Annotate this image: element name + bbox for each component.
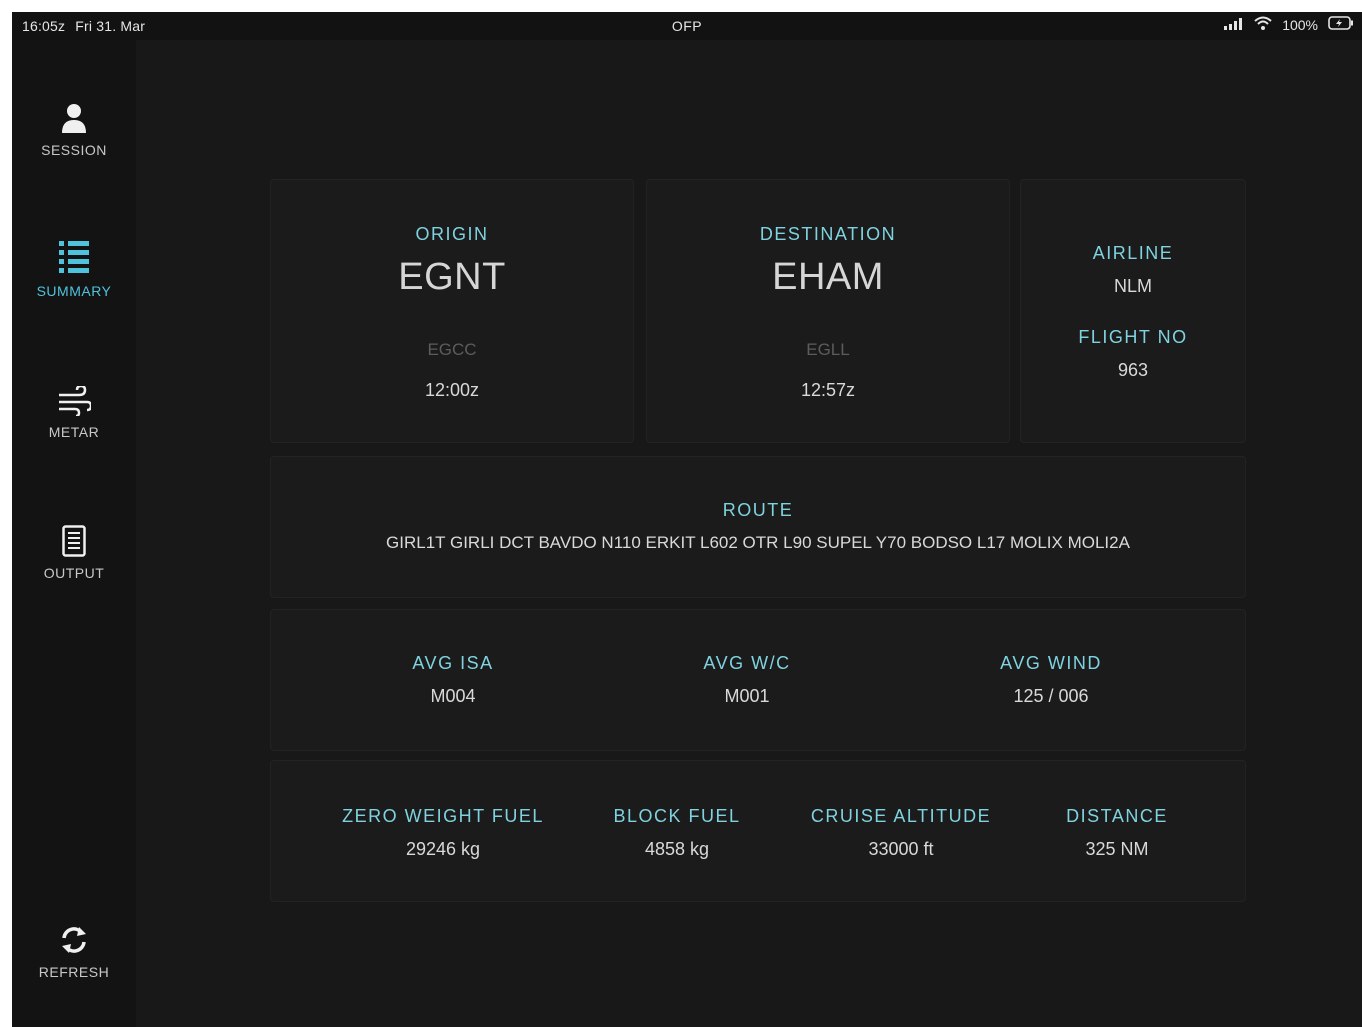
route-label: ROUTE: [722, 500, 794, 520]
flight-number-value: 963: [1117, 360, 1149, 380]
cruise-altitude-label: CRUISE ALTITUDE: [810, 806, 992, 826]
block-fuel: BLOCK FUEL 4858 kg: [587, 806, 767, 860]
distance-value: 325 NM: [1085, 839, 1149, 859]
sidebar-item-label: SESSION: [41, 142, 107, 158]
avg-wc-label: AVG W/C: [703, 653, 791, 673]
avg-wc: AVG W/C M001: [657, 653, 837, 707]
status-indicators: 100%: [1224, 16, 1354, 33]
flight-number-label: FLIGHT NO: [1078, 327, 1188, 347]
origin-card: ORIGIN EGNT EGCC 12:00z: [270, 179, 634, 443]
zero-weight-fuel-label: ZERO WEIGHT FUEL: [342, 806, 544, 826]
destination-code: EHAM: [772, 256, 884, 298]
route-value: GIRL1T GIRLI DCT BAVDO N110 ERKIT L602 O…: [386, 533, 1130, 552]
destination-alternate: EGLL: [806, 340, 850, 359]
origin-alternate: EGCC: [427, 340, 477, 359]
destination-time: 12:57z: [800, 380, 856, 400]
avg-wc-value: M001: [724, 686, 770, 706]
sidebar-item-label: OUTPUT: [43, 565, 105, 581]
fuel-card: ZERO WEIGHT FUEL 29246 kg BLOCK FUEL 485…: [270, 760, 1246, 902]
status-title: OFP: [671, 18, 703, 34]
list-icon: [12, 239, 136, 275]
refresh-button[interactable]: REFRESH: [12, 920, 136, 980]
sidebar-item-label: METAR: [48, 424, 100, 440]
wifi-icon: [1254, 16, 1272, 33]
origin-time: 12:00z: [424, 380, 480, 400]
airline-value: NLM: [1113, 276, 1152, 296]
distance-label: DISTANCE: [1066, 806, 1168, 826]
status-bar: 16:05z Fri 31. Mar OFP 100%: [12, 12, 1362, 40]
avg-wind-label: AVG WIND: [1000, 653, 1102, 673]
weather-card: AVG ISA M004 AVG W/C M001 AVG WIND 125 /…: [270, 609, 1246, 751]
zero-weight-fuel-value: 29246 kg: [405, 839, 481, 859]
airline-label: AIRLINE: [1092, 243, 1174, 263]
sidebar: SESSION SUMMARY METAR OUTPUT REFRESH: [12, 40, 136, 1027]
sidebar-item-metar[interactable]: METAR: [12, 380, 136, 440]
sidebar-item-output[interactable]: OUTPUT: [12, 521, 136, 581]
block-fuel-value: 4858 kg: [644, 839, 710, 859]
person-icon: [12, 98, 136, 134]
route-card: ROUTE GIRL1T GIRLI DCT BAVDO N110 ERKIT …: [270, 456, 1246, 598]
document-icon: [12, 521, 136, 557]
sidebar-item-label: SUMMARY: [36, 283, 112, 299]
sidebar-item-session[interactable]: SESSION: [12, 98, 136, 158]
refresh-icon: [12, 920, 136, 956]
block-fuel-label: BLOCK FUEL: [613, 806, 741, 826]
avg-wind: AVG WIND 125 / 006: [961, 653, 1141, 707]
cruise-altitude-value: 33000 ft: [868, 839, 934, 859]
destination-label: DESTINATION: [759, 224, 897, 244]
origin-label: ORIGIN: [415, 224, 489, 244]
distance: DISTANCE 325 NM: [1027, 806, 1207, 860]
avg-isa: AVG ISA M004: [363, 653, 543, 707]
battery-percentage: 100%: [1282, 16, 1318, 33]
origin-code: EGNT: [398, 256, 506, 298]
avg-wind-value: 125 / 006: [1013, 686, 1089, 706]
zero-weight-fuel: ZERO WEIGHT FUEL 29246 kg: [323, 806, 563, 860]
wind-icon: [12, 380, 136, 416]
avg-isa-value: M004: [430, 686, 476, 706]
airline-card: AIRLINE NLM FLIGHT NO 963: [1020, 179, 1246, 443]
refresh-label: REFRESH: [38, 964, 110, 980]
avg-isa-label: AVG ISA: [412, 653, 494, 673]
app-screen: 16:05z Fri 31. Mar OFP 100% SESSION SUMM…: [12, 12, 1362, 1027]
battery-icon: [1328, 16, 1354, 33]
destination-card: DESTINATION EHAM EGLL 12:57z: [646, 179, 1010, 443]
cellular-signal-icon: [1224, 17, 1244, 33]
cruise-altitude: CRUISE ALTITUDE 33000 ft: [791, 806, 1011, 860]
sidebar-item-summary[interactable]: SUMMARY: [12, 239, 136, 299]
